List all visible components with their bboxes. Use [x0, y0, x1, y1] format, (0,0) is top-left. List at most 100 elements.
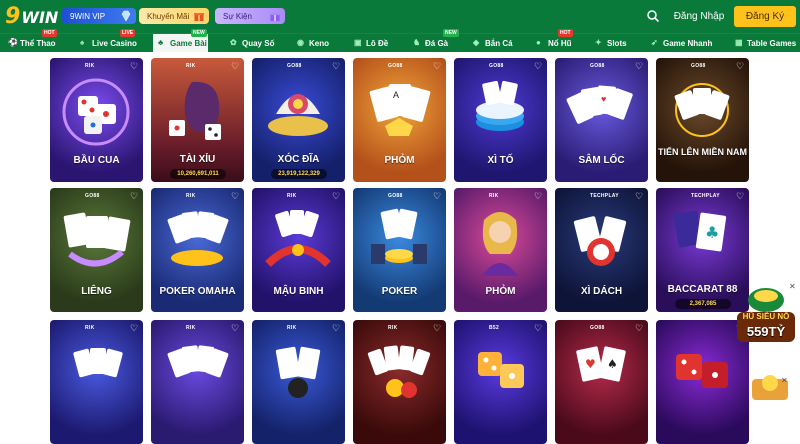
heart-icon[interactable]: ♡ [231, 62, 240, 71]
heart-icon[interactable]: ♡ [433, 62, 442, 71]
ticket-icon: ▣ [354, 38, 362, 47]
cards-art: ♣ [673, 210, 727, 252]
login-button[interactable]: Đăng Nhập [670, 6, 728, 27]
heart-icon[interactable]: ♡ [130, 62, 139, 71]
nav-label: Table Games [747, 38, 797, 48]
dice-cup-art [169, 81, 221, 140]
promo-khuyen-mai-button[interactable]: Khuyến Mãi [139, 8, 209, 24]
nav-item-game-nhanh[interactable]: ➶ Game Nhanh [651, 34, 712, 52]
game-card[interactable]: TECHPLAY ♡ XÌ DÁCH [555, 188, 648, 312]
game-card[interactable]: RIK ♡ BẦU CUA [50, 58, 143, 182]
search-icon[interactable] [646, 9, 660, 23]
nav-item-keno[interactable]: ◉ Keno [297, 34, 329, 52]
heart-icon[interactable]: ♡ [534, 62, 543, 71]
heart-icon[interactable]: ♡ [433, 324, 442, 333]
game-card[interactable]: RIK ♡ [151, 320, 244, 444]
game-card[interactable]: GO88 ♡ POKER [353, 188, 446, 312]
logo[interactable]: 9 WIN [5, 5, 58, 29]
nav-item-no-hu[interactable]: ● Nổ Hũ HOT [536, 29, 573, 52]
game-card[interactable]: GO88 ♡ A PHỎM [353, 58, 446, 182]
game-card[interactable]: RIK ♡ [353, 320, 446, 444]
nav-label: Thể Thao [20, 38, 56, 48]
cards-art [63, 212, 131, 267]
dice-art [676, 354, 728, 388]
nav-item-game-bai[interactable]: ♣ Game Bài NEW [153, 29, 208, 52]
heart-icon[interactable]: ♡ [635, 192, 644, 201]
nav-label: Game Bài [170, 38, 207, 48]
nav-item-lo-de[interactable]: ▣ Lô Đề [354, 34, 388, 52]
jar-icon: ● [536, 38, 541, 47]
heart-icon[interactable]: ♡ [433, 192, 442, 201]
keno-icon: ◉ [297, 38, 304, 47]
heart-icon[interactable]: ♡ [130, 324, 139, 333]
cards-art: ♥ ♠ [576, 346, 626, 382]
cards-art: A [369, 84, 431, 136]
gift-icon [191, 8, 206, 24]
game-card[interactable]: RIK ♡ [50, 320, 143, 444]
new-badge: NEW [443, 29, 459, 37]
dice-art [478, 352, 524, 388]
nav-item-the-thao[interactable]: ⚽ Thể Thao HOT [8, 29, 57, 52]
game-card[interactable]: GO88 ♡ ♥ SÂM LỐC [555, 58, 648, 182]
game-card[interactable]: GO88 ♡ LIÊNG [50, 188, 143, 312]
heart-icon[interactable]: ♡ [534, 192, 543, 201]
live-badge: LIVE [120, 29, 136, 37]
cards-art [367, 345, 431, 398]
nav-item-live-casino[interactable]: ♠ Live Casino LIVE [80, 29, 137, 52]
close-icon[interactable]: ✕ [781, 376, 788, 385]
svg-text:♥: ♥ [601, 94, 606, 104]
nav-item-table-games[interactable]: ▦ Table Games [735, 34, 796, 52]
register-button[interactable]: Đăng Ký [734, 6, 796, 27]
heart-icon[interactable]: ♡ [736, 62, 745, 71]
nav-item-slots[interactable]: ✦ Slots [595, 34, 627, 52]
heart-icon[interactable]: ♡ [534, 324, 543, 333]
provider-label: RIK [186, 63, 196, 69]
close-icon[interactable]: ✕ [789, 282, 796, 291]
heart-icon[interactable]: ♡ [635, 324, 644, 333]
hot-badge: HOT [42, 29, 57, 37]
game-title: POKER [381, 286, 418, 297]
jackpot-title: HŨ SIÊU NỔ [742, 312, 790, 321]
game-card[interactable]: RIK ♡ MẬU BINH [252, 188, 345, 312]
heart-icon[interactable]: ♡ [231, 192, 240, 201]
provider-label: GO88 [489, 63, 504, 69]
bowl-art [268, 94, 328, 136]
nav-label: Slots [607, 38, 627, 48]
heart-icon[interactable]: ♡ [332, 192, 341, 201]
promo-su-kien-button[interactable]: Sự Kiện [215, 8, 285, 24]
provider-label: RIK [287, 193, 297, 199]
nav-item-quay-so[interactable]: ✿ Quay Số [230, 34, 274, 52]
game-title: XÓC ĐĨA [277, 154, 320, 165]
game-card[interactable]: RIK ♡ POKER OMAHA [151, 188, 244, 312]
provider-label: TECHPLAY [590, 193, 619, 199]
heart-icon[interactable]: ♡ [332, 62, 341, 71]
category-nav: ⚽ Thể Thao HOT ♠ Live Casino LIVE ♣ Game… [0, 29, 800, 52]
game-card[interactable]: RIK ♡ TÀI XỈU 10,260,691,011 [151, 58, 244, 182]
game-card[interactable]: RIK ♡ [252, 320, 345, 444]
game-card[interactable]: GO88 ♡ ♥ ♠ [555, 320, 648, 444]
game-card[interactable]: GO88 ♡ TIẾN LÊN MIỀN NAM [656, 58, 749, 182]
cards-art [167, 211, 229, 266]
jackpot-float-banner[interactable]: HŨ SIÊU NỔ 559TỶ [735, 282, 797, 344]
nav-item-da-ga[interactable]: ♞ Đá Gà NEW [413, 29, 459, 52]
cards-icon: ♣ [158, 38, 164, 47]
heart-icon[interactable]: ♡ [635, 62, 644, 71]
nav-item-ban-ca[interactable]: ◆ Bắn Cá [473, 34, 513, 52]
promo-vip-button[interactable]: 9WIN VIP [62, 8, 136, 24]
svg-text:♣: ♣ [705, 223, 719, 242]
provider-label: RIK [186, 193, 196, 199]
heart-icon[interactable]: ♡ [332, 324, 341, 333]
heart-icon[interactable]: ♡ [231, 324, 240, 333]
provider-label: RIK [85, 325, 95, 331]
jackpot-counter: 2,367,085 [675, 299, 731, 309]
game-card[interactable]: GO88 ♡ XÓC ĐĨA 23,919,122,329 [252, 58, 345, 182]
provider-label: RIK [186, 325, 196, 331]
heart-icon[interactable]: ♡ [130, 192, 139, 201]
game-title: POKER OMAHA [159, 286, 236, 297]
rooster-icon: ♞ [413, 38, 421, 47]
game-card[interactable]: B52 ♡ [454, 320, 547, 444]
game-card[interactable]: GO88 ♡ XÌ TỐ [454, 58, 547, 182]
game-card[interactable]: RIK ♡ PHỎM [454, 188, 547, 312]
heart-icon[interactable]: ♡ [736, 192, 745, 201]
game-title: SÂM LỐC [578, 155, 625, 166]
